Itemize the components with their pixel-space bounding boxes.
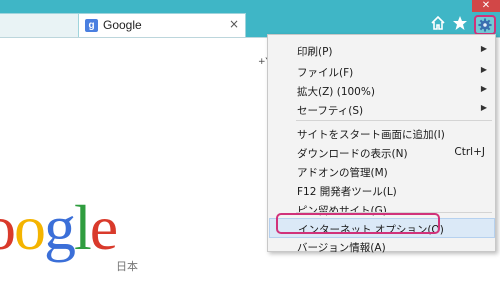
menu-item-label: ダウンロードの表示(N) [297, 148, 408, 160]
star-icon[interactable] [452, 15, 468, 35]
submenu-arrow-icon: ▶ [480, 103, 487, 112]
submenu-arrow-icon: ▶ [480, 84, 487, 93]
submenu-arrow-icon: ▶ [480, 65, 487, 74]
logo-letter: o [0, 192, 16, 263]
menu-item-label: 拡大(Z) (100%) [297, 86, 375, 98]
logo-letter: g [44, 192, 76, 263]
google-favicon-icon: g [85, 19, 98, 32]
menu-item[interactable]: アドオンの管理(M) [269, 162, 495, 182]
submenu-arrow-icon: ▶ [480, 44, 487, 53]
menu-item-label: ファイル(F) [297, 67, 354, 79]
menu-item-label: サイトをスタート画面に追加(I) [297, 129, 445, 141]
logo-letter: o [14, 192, 46, 263]
logo-region-label: 日本 [116, 260, 138, 273]
google-logo[interactable]: oogle [0, 196, 118, 260]
window-close-button[interactable]: ✕ [472, 0, 500, 12]
menu-item[interactable]: 印刷(P) ▶ [269, 41, 495, 61]
menu-item[interactable]: バージョン情報(A) [269, 237, 495, 257]
tab-close-button[interactable]: × [229, 17, 239, 31]
menu-shortcut: Ctrl+J [454, 146, 485, 158]
menu-item[interactable]: F12 開発者ツール(L) [269, 181, 495, 201]
menu-separator [296, 120, 492, 121]
menu-item[interactable]: ダウンロードの表示(N) Ctrl+J [269, 143, 495, 163]
menu-item-label: 印刷(P) [297, 46, 333, 58]
menu-item-label: バージョン情報(A) [297, 242, 386, 254]
tab-title: Google [103, 18, 142, 32]
address-bar[interactable] [0, 13, 78, 37]
gear-icon[interactable] [474, 15, 496, 35]
internet-options-callout [276, 213, 440, 234]
menu-item[interactable]: ファイル(F) ▶ [269, 62, 495, 82]
menu-item[interactable]: セーフティ(S) ▶ [269, 100, 495, 120]
menu-item-label: セーフティ(S) [297, 105, 364, 117]
menu-item-label: F12 開発者ツール(L) [297, 186, 397, 198]
home-icon[interactable] [430, 15, 446, 35]
toolbar-icons [430, 15, 496, 35]
logo-letter: l [74, 192, 92, 263]
logo-letter: e [89, 192, 118, 263]
menu-item[interactable]: 拡大(Z) (100%) ▶ [269, 81, 495, 101]
menu-item-label: アドオンの管理(M) [297, 167, 388, 179]
menu-item[interactable]: サイトをスタート画面に追加(I) [269, 124, 495, 144]
tab-google[interactable]: g Google × [78, 13, 246, 37]
